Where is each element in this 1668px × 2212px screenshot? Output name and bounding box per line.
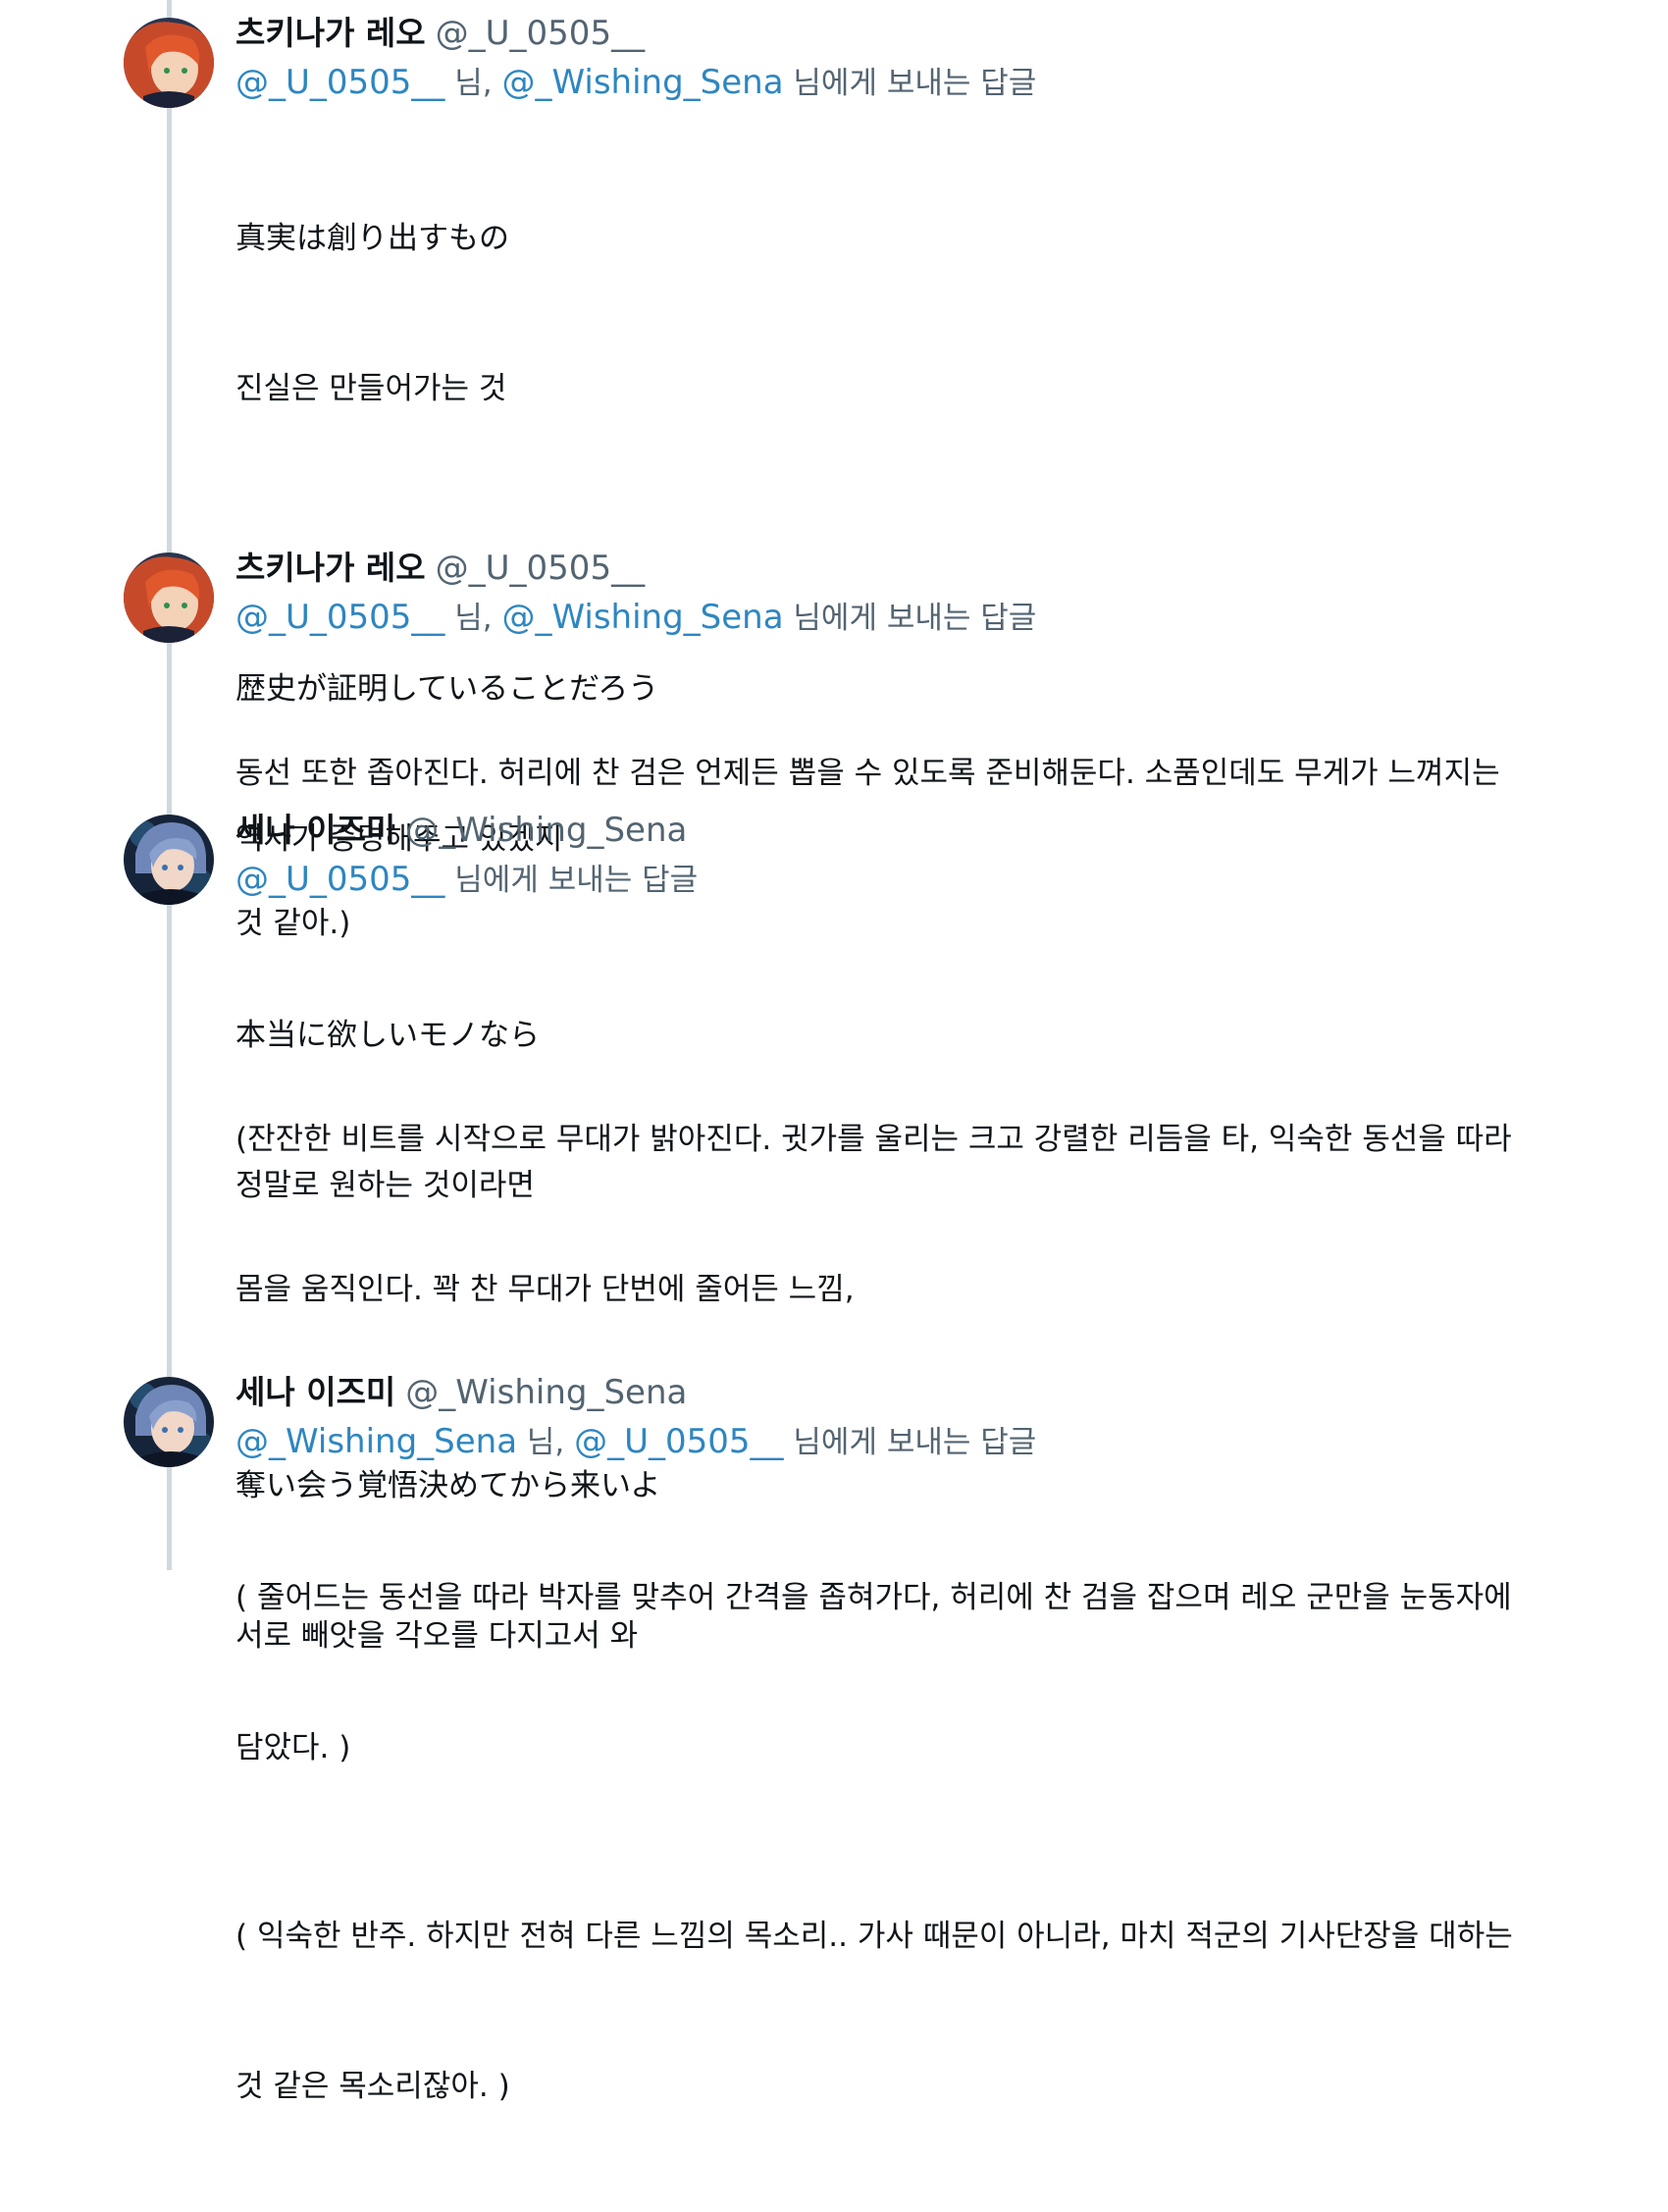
tweet-body: ( 줄어드는 동선을 따라 박자를 맞추어 간격을 좁혀가다, 허리에 찬 검을…	[235, 1473, 1560, 1873]
tweet-header: 세나 이즈미 @_Wishing_Sena	[235, 807, 1560, 854]
mention-link[interactable]: @_Wishing_Sena	[502, 63, 784, 102]
reply-separator: 님,	[517, 1425, 575, 1460]
mention-link[interactable]: @_U_0505__	[574, 1422, 783, 1461]
tweet-header: 츠키나가 레오 @_U_0505__	[235, 545, 1560, 592]
display-name[interactable]: 츠키나가 레오	[235, 549, 426, 587]
tweet-line: 것 같은 목소리잖아. )	[235, 2069, 510, 2104]
avatar-sena[interactable]	[124, 815, 214, 905]
reply-suffix: 님에게 보내는 답글	[783, 66, 1037, 101]
tweet-line: 담았다. )	[235, 1730, 351, 1765]
mention-link[interactable]: @_Wishing_Sena	[235, 1422, 517, 1461]
tweet-line: ( 줄어드는 동선을 따라 박자를 맞추어 간격을 좁혀가다, 허리에 찬 검을…	[235, 1580, 1512, 1615]
tweet-content: 세나 이즈미 @_Wishing_Sena @_Wishing_Sena 님, @…	[235, 1369, 1560, 1873]
avatar-sena[interactable]	[124, 1377, 214, 1467]
reply-context: @_Wishing_Sena 님, @_U_0505__ 님에게 보내는 답글	[235, 1416, 1560, 1467]
thread-connector-line	[167, 0, 172, 1570]
reply-context: @_U_0505__ 님, @_Wishing_Sena 님에게 보내는 답글	[235, 57, 1560, 108]
display-name[interactable]: 세나 이즈미	[235, 811, 395, 849]
reply-context: @_U_0505__ 님에게 보내는 답글	[235, 854, 1560, 905]
mention-link[interactable]: @_U_0505__	[235, 63, 444, 102]
user-handle[interactable]: @_U_0505__	[436, 14, 645, 53]
reply-thread: 츠키나가 레오 @_U_0505__ @_U_0505__ 님, @_Wishin…	[0, 0, 1668, 2104]
reply-context: @_U_0505__ 님, @_Wishing_Sena 님에게 보내는 답글	[235, 592, 1560, 643]
tweet-line	[235, 1311, 1560, 1361]
mention-link[interactable]: @_U_0505__	[235, 860, 444, 899]
reply-suffix: 님에게 보내는 답글	[783, 601, 1037, 636]
display-name[interactable]: 세나 이즈미	[235, 1373, 395, 1411]
tweet-header: 세나 이즈미 @_Wishing_Sena	[235, 1369, 1560, 1416]
mention-link[interactable]: @_U_0505__	[235, 598, 444, 637]
user-handle[interactable]: @_U_0505__	[436, 549, 645, 588]
display-name[interactable]: 츠키나가 레오	[235, 14, 426, 52]
tweet-header: 츠키나가 레오 @_U_0505__	[235, 10, 1560, 57]
reply-separator: 님,	[444, 66, 502, 101]
user-handle[interactable]: @_Wishing_Sena	[405, 811, 687, 850]
tweet-line: 真実は創り出すもの	[235, 221, 509, 256]
tweet-line: ( 익숙한 반주. 하지만 전혀 다른 느낌의 목소리.. 가사 때문이 아니라…	[235, 1919, 1513, 1954]
reply-separator: 님,	[444, 601, 502, 636]
avatar-leo[interactable]	[124, 18, 214, 108]
tweet-line: 本当に欲しいモノなら	[235, 1018, 540, 1053]
reply-suffix: 님에게 보내는 답글	[444, 863, 699, 898]
tweet-line: 동선 또한 좁아진다. 허리에 찬 검은 언제든 뽑을 수 있도록 준비해둔다.…	[235, 756, 1500, 791]
user-handle[interactable]: @_Wishing_Sena	[405, 1373, 687, 1412]
reply-suffix: 님에게 보내는 답글	[783, 1425, 1037, 1460]
avatar-leo[interactable]	[124, 553, 214, 643]
tweet-line: 정말로 원하는 것이라면	[235, 1168, 535, 1203]
mention-link[interactable]: @_Wishing_Sena	[502, 598, 784, 637]
tweet-line: 진실은 만들어가는 것	[235, 371, 507, 406]
